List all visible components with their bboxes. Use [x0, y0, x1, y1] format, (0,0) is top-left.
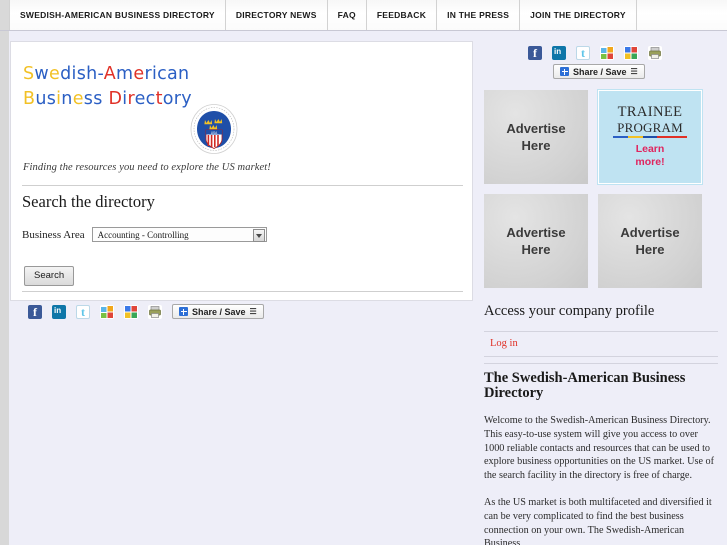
sidebar-divider-1: [484, 331, 718, 332]
facebook-icon[interactable]: [28, 304, 42, 320]
business-area-label: Business Area: [22, 228, 85, 241]
nav-item-join[interactable]: JOIN THE DIRECTORY: [520, 0, 637, 30]
twitter-icon[interactable]: [76, 304, 90, 320]
ad-line-2: Here: [521, 242, 551, 257]
chevron-down-icon[interactable]: [252, 229, 265, 242]
article-paragraph-2: As the US market is both multifaceted an…: [484, 496, 712, 545]
linkedin-icon[interactable]: [552, 46, 566, 60]
share-plus-icon: [560, 67, 569, 76]
nav-left-gutter: [0, 0, 9, 30]
sidebar-divider-3: [484, 363, 718, 364]
main-navigation: SWEDISH-AMERICAN BUSINESS DIRECTORY DIRE…: [0, 0, 727, 31]
svg-text:USA: USA: [211, 131, 218, 135]
business-area-form-row: Business Area Accounting - Controlling: [22, 227, 267, 242]
right-sidebar: Advertise Here TRAINEE PROGRAM Learn mor…: [484, 90, 718, 288]
ad-slot-3[interactable]: Advertise Here: [484, 194, 588, 288]
facebook-icon[interactable]: [528, 46, 542, 61]
business-area-select[interactable]: Accounting - Controlling: [91, 227, 267, 242]
share-save-button-top[interactable]: Share / Save ☰: [553, 64, 645, 79]
logo-line-2: Business Directory: [23, 89, 192, 109]
windows-live-icon[interactable]: [600, 46, 614, 60]
google-buzz-icon[interactable]: [624, 46, 638, 60]
social-share-row-main: Share / Save ☰: [28, 304, 264, 320]
ad-line-1: Advertise: [506, 225, 566, 240]
share-caret-icon: ☰: [630, 67, 638, 76]
site-tagline: Finding the resources you need to explor…: [23, 162, 271, 173]
ad-line-1: Advertise: [506, 121, 566, 136]
trainee-cta-line2: more!: [635, 156, 665, 169]
business-area-selected-value: Accounting - Controlling: [97, 229, 189, 240]
article-body: Welcome to the Swedish-American Business…: [484, 414, 716, 545]
logo-line-1: Swedish-American: [23, 64, 190, 84]
site-logo[interactable]: Swedish-American Business Directory: [23, 62, 192, 112]
share-plus-icon: [179, 307, 188, 316]
twitter-icon[interactable]: [576, 46, 590, 61]
nav-item-faq[interactable]: FAQ: [328, 0, 367, 30]
ad-line-2: Here: [635, 242, 665, 257]
ad-slot-trainee-program[interactable]: TRAINEE PROGRAM Learn more!: [598, 90, 702, 184]
trainee-cta-line1: Learn: [635, 143, 665, 156]
google-buzz-icon[interactable]: [124, 304, 138, 319]
nav-item-press[interactable]: IN THE PRESS: [437, 0, 521, 30]
nav-item-label: IN THE PRESS: [447, 10, 510, 20]
nav-empty-space: [637, 0, 727, 30]
nav-list: SWEDISH-AMERICAN BUSINESS DIRECTORY DIRE…: [9, 0, 727, 30]
chamber-seal-icon: USA: [189, 103, 239, 155]
trainee-color-bars: [613, 135, 687, 139]
access-profile-heading: Access your company profile: [484, 303, 655, 319]
share-caret-icon: ☰: [249, 307, 257, 316]
social-share-row-top: [528, 46, 662, 61]
trainee-title-line2: PROGRAM: [617, 119, 683, 135]
article-title: The Swedish-American Business Directory: [484, 370, 686, 401]
login-link[interactable]: Log in: [490, 338, 518, 349]
divider-bottom: [22, 291, 463, 292]
trainee-cta: Learn more!: [635, 143, 664, 169]
ad-line-2: Here: [521, 138, 551, 153]
nav-item-feedback[interactable]: FEEDBACK: [367, 0, 438, 30]
nav-item-label: JOIN THE DIRECTORY: [530, 10, 626, 20]
share-save-label: Share / Save: [192, 306, 246, 317]
divider-top: [22, 185, 463, 186]
ad-slot-1[interactable]: Advertise Here: [484, 90, 588, 184]
ad-grid: Advertise Here TRAINEE PROGRAM Learn mor…: [484, 90, 718, 288]
share-save-label: Share / Save: [573, 66, 627, 77]
nav-item-home[interactable]: SWEDISH-AMERICAN BUSINESS DIRECTORY: [9, 0, 226, 30]
page-root: SWEDISH-AMERICAN BUSINESS DIRECTORY DIRE…: [0, 0, 727, 545]
print-icon[interactable]: [148, 304, 162, 319]
print-icon[interactable]: [648, 46, 662, 60]
nav-item-label: SWEDISH-AMERICAN BUSINESS DIRECTORY: [20, 10, 215, 20]
ad-slot-4[interactable]: Advertise Here: [598, 194, 702, 288]
sidebar-divider-2: [484, 356, 718, 357]
nav-item-label: FEEDBACK: [376, 10, 427, 20]
share-save-button-main[interactable]: Share / Save ☰: [172, 304, 264, 319]
nav-item-label: DIRECTORY NEWS: [235, 10, 317, 20]
page-title: Search the directory: [22, 192, 155, 211]
main-content-panel: Swedish-American Business Directory USA …: [10, 41, 473, 320]
article-paragraph-1: Welcome to the Swedish-American Business…: [484, 415, 715, 482]
trainee-title-line1: TRAINEE: [617, 103, 683, 120]
nav-item-news[interactable]: DIRECTORY NEWS: [226, 0, 328, 30]
ad-line-1: Advertise: [620, 225, 680, 240]
search-button[interactable]: Search: [24, 266, 75, 286]
linkedin-icon[interactable]: [52, 304, 66, 319]
windows-live-icon[interactable]: [100, 304, 114, 319]
nav-item-label: FAQ: [337, 10, 356, 20]
